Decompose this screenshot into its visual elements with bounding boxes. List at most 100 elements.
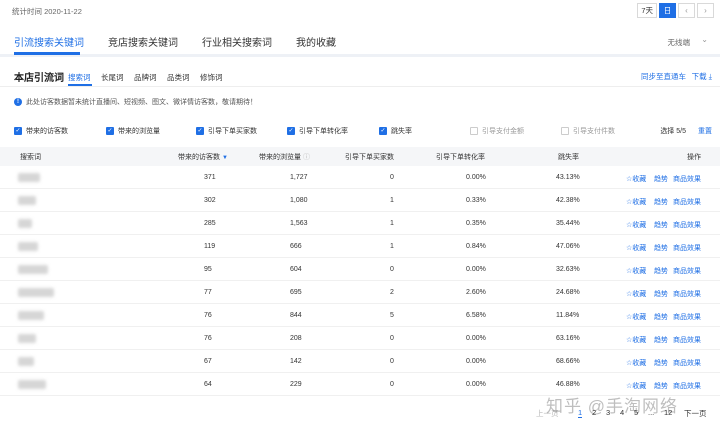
product-effect-button[interactable]: 商品效果 (673, 312, 701, 322)
favorite-button[interactable]: ☆收藏 (626, 289, 646, 299)
product-effect-button[interactable]: 商品效果 (673, 220, 701, 230)
cell-bounce: 35.44% (556, 220, 580, 227)
trend-button[interactable]: 趋势 (654, 197, 668, 207)
cell-bounce: 11.84% (556, 312, 580, 319)
favorite-button[interactable]: ☆收藏 (626, 312, 646, 322)
subtab-category[interactable]: 品类词 (167, 72, 190, 83)
download-button[interactable]: 下载 ⤓ (692, 71, 712, 82)
stat-date: 统计时间 2020-11-22 (12, 7, 82, 16)
col-order-conversion[interactable]: 引导下单转化率 (436, 152, 485, 162)
checkbox-checked-icon: ✓ (196, 127, 204, 135)
col-visitors-label: 带来的访客数 (178, 154, 220, 161)
sync-to-ztc-link[interactable]: 同步至直通车 (641, 71, 686, 82)
col-pageviews-label: 带来的浏览量 (259, 154, 301, 161)
favorite-button[interactable]: ☆收藏 (626, 358, 646, 368)
favorite-button[interactable]: ☆收藏 (626, 266, 646, 276)
favorite-button[interactable]: ☆收藏 (626, 335, 646, 345)
keyword-cell-redacted (18, 219, 32, 228)
cell-bounce: 42.38% (556, 197, 580, 204)
product-effect-button[interactable]: 商品效果 (673, 335, 701, 345)
trend-button[interactable]: 趋势 (654, 243, 668, 253)
info-icon: ! (14, 98, 22, 106)
cell-visitors: 76 (204, 335, 212, 342)
product-effect-button[interactable]: 商品效果 (673, 243, 701, 253)
tab-industry-keywords[interactable]: 行业相关搜索词 (202, 34, 272, 49)
table-row: 119 666 1 0.84% 47.06% ☆收藏 趋势 商品效果 (0, 236, 720, 258)
product-effect-button[interactable]: 商品效果 (673, 381, 701, 391)
tab-traffic-keywords[interactable]: 引流搜索关键词 (14, 34, 84, 49)
col-pageviews[interactable]: 带来的浏览量 ⓘ (259, 152, 310, 162)
keyword-cell-redacted (18, 380, 46, 389)
metric-bounce-checkbox[interactable]: ✓ 跳失率 (379, 126, 412, 136)
product-effect-button[interactable]: 商品效果 (673, 174, 701, 184)
cell-bounce: 68.66% (556, 358, 580, 365)
col-bounce[interactable]: 跳失率 (558, 152, 579, 162)
favorite-button[interactable]: ☆收藏 (626, 381, 646, 391)
cell-pageviews: 695 (290, 289, 302, 296)
notice-text: 此处访客数据暂未统计直播间、短视频、图文、微详情访客数，敬请期待！ (26, 99, 257, 106)
product-effect-button[interactable]: 商品效果 (673, 266, 701, 276)
trend-button[interactable]: 趋势 (654, 312, 668, 322)
table-row: 302 1,080 1 0.33% 42.38% ☆收藏 趋势 商品效果 (0, 190, 720, 212)
product-effect-button[interactable]: 商品效果 (673, 289, 701, 299)
chevron-down-icon[interactable]: ⌄ (701, 35, 708, 44)
cell-bounce: 43.13% (556, 174, 580, 181)
favorite-button[interactable]: ☆收藏 (626, 197, 646, 207)
metric-order-conversion-checkbox[interactable]: ✓ 引导下单转化率 (287, 126, 348, 136)
cell-bounce: 32.63% (556, 266, 580, 273)
trend-button[interactable]: 趋势 (654, 174, 668, 184)
tab-competitor-keywords[interactable]: 竞店搜索关键词 (108, 34, 178, 49)
cell-pageviews: 844 (290, 312, 302, 319)
trend-button[interactable]: 趋势 (654, 381, 668, 391)
range-day-button[interactable]: 日 (659, 3, 676, 18)
checkbox-checked-icon: ✓ (106, 127, 114, 135)
subtab-search-words[interactable]: 搜索词 (68, 72, 91, 83)
trend-button[interactable]: 趋势 (654, 220, 668, 230)
col-order-buyers[interactable]: 引导下单买家数 (345, 152, 394, 162)
trend-button[interactable]: 趋势 (654, 335, 668, 345)
cell-order-buyers: 1 (390, 220, 394, 227)
next-page-button[interactable]: 下一页 (684, 408, 707, 419)
chevron-right-icon[interactable]: › (697, 3, 714, 18)
tab-favorites[interactable]: 我的收藏 (296, 34, 336, 49)
range-7day-button[interactable]: 7天 (637, 3, 657, 18)
keyword-cell-redacted (18, 242, 38, 251)
cell-visitors: 67 (204, 358, 212, 365)
trend-button[interactable]: 趋势 (654, 266, 668, 276)
metric-pay-amount-checkbox[interactable]: 引导支付金额 (470, 126, 524, 136)
cell-visitors: 95 (204, 266, 212, 273)
keyword-cell-redacted (18, 265, 48, 274)
cell-order-buyers: 0 (390, 381, 394, 388)
chevron-left-icon[interactable]: ‹ (678, 3, 695, 18)
favorite-button[interactable]: ☆收藏 (626, 174, 646, 184)
favorite-button[interactable]: ☆收藏 (626, 220, 646, 230)
table-row: 67 142 0 0.00% 68.66% ☆收藏 趋势 商品效果 (0, 351, 720, 373)
terminal-select[interactable]: 无线端 (668, 37, 691, 48)
product-effect-button[interactable]: 商品效果 (673, 197, 701, 207)
cell-pageviews: 1,727 (290, 174, 308, 181)
col-visitors[interactable]: 带来的访客数 ▼ (178, 152, 228, 162)
metric-pageviews-checkbox[interactable]: ✓ 带来的浏览量 (106, 126, 160, 136)
section-header: 本店引流词 搜索词 长尾词 品牌词 品类词 修饰词 同步至直通车 下载 ⤓ (0, 63, 720, 87)
top-bar: 统计时间 2020-11-22 7天 日 ‹ › (0, 0, 720, 22)
subtab-brand[interactable]: 品牌词 (134, 72, 157, 83)
metric-label: 引导支付金额 (482, 128, 524, 135)
trend-button[interactable]: 趋势 (654, 358, 668, 368)
trend-button[interactable]: 趋势 (654, 289, 668, 299)
cell-order-conversion: 0.84% (466, 243, 486, 250)
cell-order-buyers: 1 (390, 197, 394, 204)
metric-visitors-checkbox[interactable]: ✓ 带来的访客数 (14, 126, 68, 136)
favorite-button[interactable]: ☆收藏 (626, 243, 646, 253)
checkbox-checked-icon: ✓ (379, 127, 387, 135)
subtab-modifier[interactable]: 修饰词 (200, 72, 223, 83)
cell-order-conversion: 0.00% (466, 335, 486, 342)
notice-bar: ! 此处访客数据暂未统计直播间、短视频、图文、微详情访客数，敬请期待！ (14, 97, 257, 107)
cell-bounce: 46.88% (556, 381, 580, 388)
product-effect-button[interactable]: 商品效果 (673, 358, 701, 368)
reset-button[interactable]: 重置 (698, 126, 712, 136)
subtab-long-tail[interactable]: 长尾词 (101, 72, 124, 83)
cell-bounce: 24.68% (556, 289, 580, 296)
metric-order-buyers-checkbox[interactable]: ✓ 引导下单买家数 (196, 126, 257, 136)
sort-desc-icon[interactable]: ▼ (222, 155, 228, 161)
metric-pay-items-checkbox[interactable]: 引导支付件数 (561, 126, 615, 136)
